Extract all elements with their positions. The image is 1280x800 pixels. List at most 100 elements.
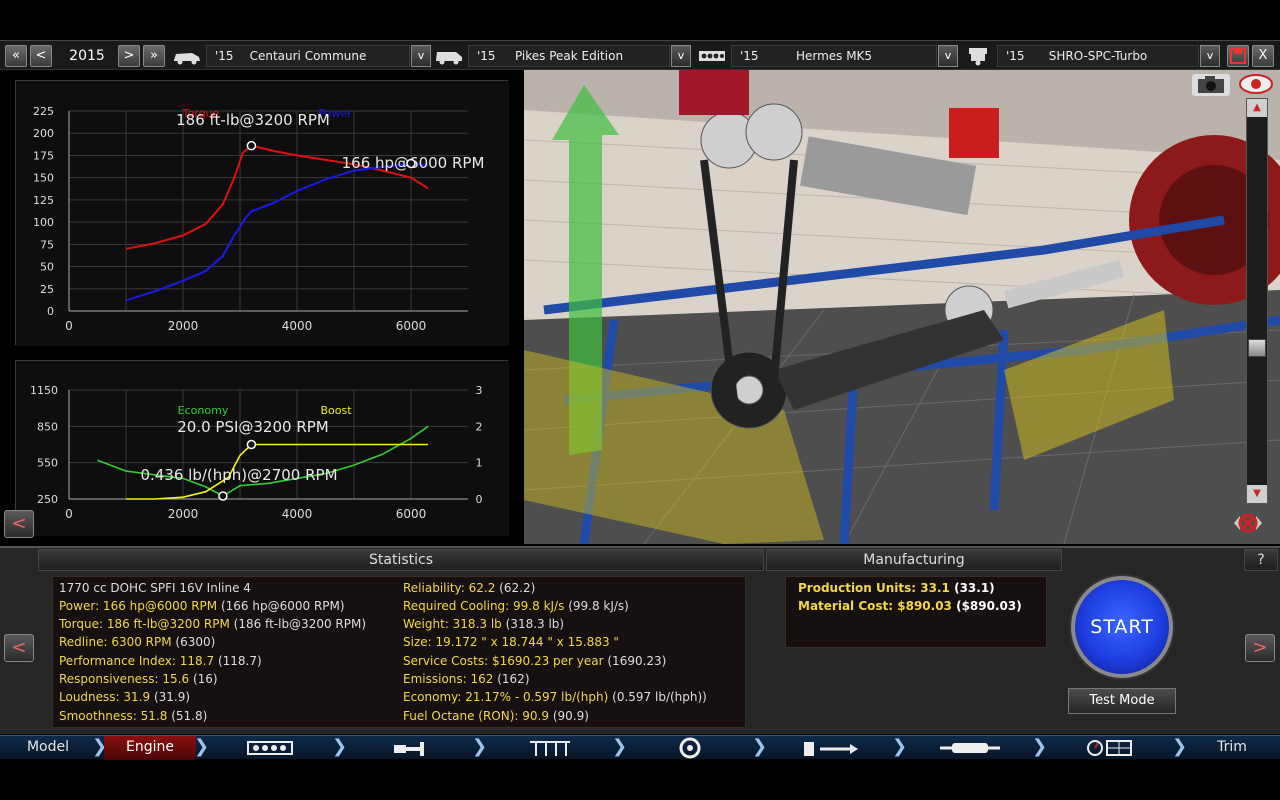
- year-first-button[interactable]: «: [5, 45, 27, 67]
- y-left-tick-label: 250: [37, 493, 58, 506]
- y-tick-label: 200: [33, 127, 54, 140]
- stat-engine-description: 1770 cc DOHC SPFI 16V Inline 4: [59, 581, 251, 595]
- engine-variant-select[interactable]: '15 SHRO-SPC-Turbo: [997, 45, 1199, 67]
- y-tick-label: 100: [33, 216, 54, 229]
- trim-select[interactable]: '15 Pikes Peak Edition: [468, 45, 670, 67]
- reset-view-icon[interactable]: [1230, 510, 1266, 536]
- x-tick-label: 6000: [396, 319, 427, 333]
- tab-engine[interactable]: Engine: [104, 736, 196, 760]
- tab-separator-icon: ❯: [1032, 736, 1048, 757]
- tab-block-icon[interactable]: [210, 736, 330, 760]
- y-tick-label: 150: [33, 172, 54, 185]
- test-mode-button[interactable]: Test Mode: [1068, 688, 1176, 714]
- boost-legend-label: Boost: [320, 404, 352, 417]
- scroll-thumb[interactable]: [1248, 339, 1266, 357]
- power-torque-svg: 22520017515012510075502500 2000 4000 6000To…: [16, 81, 509, 346]
- tab-separator-icon: ❯: [92, 736, 108, 757]
- year-last-button[interactable]: »: [143, 45, 165, 67]
- economy-legend-label: Economy: [178, 404, 229, 417]
- stats-next-button[interactable]: >: [1245, 634, 1275, 662]
- engine-3d-viewport[interactable]: [524, 70, 1280, 544]
- economy-boost-svg: 1150 850 550 250 3 2 1 0 0 2000 4000 6000 Economy Boo…: [16, 361, 509, 536]
- y-tick-label: 0: [47, 305, 54, 318]
- y-tick-label: 50: [40, 261, 54, 274]
- camera-icon[interactable]: [1192, 74, 1230, 96]
- engine-variant-icon: [969, 48, 987, 66]
- engine-family-icon: [699, 51, 725, 61]
- tab-model[interactable]: Model: [0, 736, 96, 760]
- tab-valvetrain-icon[interactable]: [490, 736, 610, 760]
- engine-scene-render: [524, 70, 1280, 544]
- scroll-up-icon[interactable]: ▲: [1247, 99, 1267, 117]
- x-tick-label: 2000: [168, 319, 199, 333]
- year-display: 2015: [69, 48, 105, 64]
- tab-separator-icon: ❯: [612, 736, 628, 757]
- y-left-tick-label: 850: [37, 420, 58, 433]
- x-tick-label: 2000: [168, 507, 199, 521]
- stat-smoothness: Smoothness: 51.8 (51.8): [59, 709, 208, 723]
- visibility-eye-icon[interactable]: [1238, 72, 1274, 96]
- tab-trim[interactable]: Trim: [1186, 736, 1278, 760]
- stats-prev-button[interactable]: <: [4, 634, 34, 662]
- x-tick-label: 4000: [282, 507, 313, 521]
- tab-turbo-icon[interactable]: [630, 736, 750, 760]
- economy-boost-chart: 1150 850 550 250 3 2 1 0 0 2000 4000 6000 Economy Boo…: [15, 360, 509, 536]
- tab-crankshaft-icon[interactable]: [350, 736, 470, 760]
- y-right-tick-label: 3: [476, 384, 483, 397]
- x-tick-label: 6000: [396, 507, 427, 521]
- boost-peak-marker: [246, 439, 257, 450]
- tab-separator-icon: ❯: [892, 736, 908, 757]
- stat-service-costs: Service Costs: $1690.23 per year (1690.2…: [403, 654, 667, 668]
- car-model-select[interactable]: '15 Centauri Commune: [206, 45, 410, 67]
- manufacturing-panel: Production Units: 33.1 (33.1) Material C…: [785, 576, 1047, 648]
- tab-test-icon[interactable]: [1050, 736, 1170, 760]
- car-model-dropdown[interactable]: v: [411, 45, 431, 67]
- stat-power: Power: 166 hp@6000 RPM (166 hp@6000 RPM): [59, 599, 345, 613]
- tab-separator-icon: ❯: [194, 736, 210, 757]
- manufacturing-header: Manufacturing: [766, 549, 1062, 571]
- engine-variant-dropdown[interactable]: v: [1200, 45, 1220, 67]
- close-button[interactable]: X: [1252, 45, 1274, 67]
- collapse-charts-button[interactable]: <: [4, 510, 34, 538]
- y-right-tick-label: 2: [476, 420, 483, 433]
- stat-performance-index: Performance Index: 118.7 (118.7): [59, 654, 262, 668]
- tab-separator-icon: ❯: [332, 736, 348, 757]
- y-tick-label: 25: [40, 283, 54, 296]
- engine-family-select[interactable]: '15 Hermes MK5: [731, 45, 937, 67]
- engine-family-name: Hermes MK5: [795, 49, 873, 63]
- stat-required-cooling: Required Cooling: 99.8 kJ/s (99.8 kJ/s): [403, 599, 629, 613]
- power-torque-chart: 225 200 175 150 125 100 75 50 25 0 0 2000 4000 6000 To…: [15, 80, 509, 346]
- tab-separator-icon: ❯: [1172, 736, 1188, 757]
- trim-dropdown[interactable]: v: [671, 45, 691, 67]
- y-right-tick-label: 0: [476, 493, 483, 506]
- economy-best-marker: [218, 491, 228, 501]
- save-icon[interactable]: [1227, 45, 1249, 67]
- y-right-tick-label: 1: [476, 457, 483, 470]
- start-button[interactable]: START: [1071, 576, 1173, 678]
- y-left-tick-label: 1150: [30, 384, 58, 397]
- scroll-down-icon[interactable]: ▼: [1247, 485, 1267, 503]
- power-peak-marker: [406, 158, 416, 169]
- stat-economy: Economy: 21.17% - 0.597 lb/(hph) (0.597 …: [403, 690, 707, 704]
- car-model-icon: [174, 53, 200, 65]
- stat-size: Size: 19.172 " x 18.744 " x 15.883 ": [403, 635, 619, 649]
- year-prev-button[interactable]: <: [30, 45, 52, 67]
- torque-peak-annotation: 186 ft-lb@3200 RPM: [176, 111, 330, 129]
- statistics-header: Statistics: [38, 549, 764, 571]
- tab-exhaust-icon[interactable]: [910, 736, 1030, 760]
- mfg-production-units: Production Units: 33.1 (33.1): [798, 581, 995, 595]
- year-next-button[interactable]: >: [118, 45, 140, 67]
- stat-weight: Weight: 318.3 lb (318.3 lb): [403, 617, 565, 631]
- zoom-scrollbar[interactable]: ▲ ▼: [1246, 98, 1268, 504]
- economy-best-annotation: 0.436 lb/(hph)@2700 RPM: [140, 466, 337, 484]
- y-tick-label: 75: [40, 238, 54, 251]
- x-tick-label: 0: [65, 507, 73, 521]
- stat-loudness: Loudness: 31.9 (31.9): [59, 690, 191, 704]
- chart-background: [16, 361, 509, 536]
- tab-fuel-icon[interactable]: [770, 736, 890, 760]
- stat-fuel-octane: Fuel Octane (RON): 90.9 (90.9): [403, 709, 589, 723]
- mfg-material-cost: Material Cost: $890.03 ($890.03): [798, 599, 1022, 613]
- engine-family-dropdown[interactable]: v: [938, 45, 958, 67]
- y-tick-label: 125: [33, 194, 54, 207]
- help-button[interactable]: ?: [1244, 549, 1278, 571]
